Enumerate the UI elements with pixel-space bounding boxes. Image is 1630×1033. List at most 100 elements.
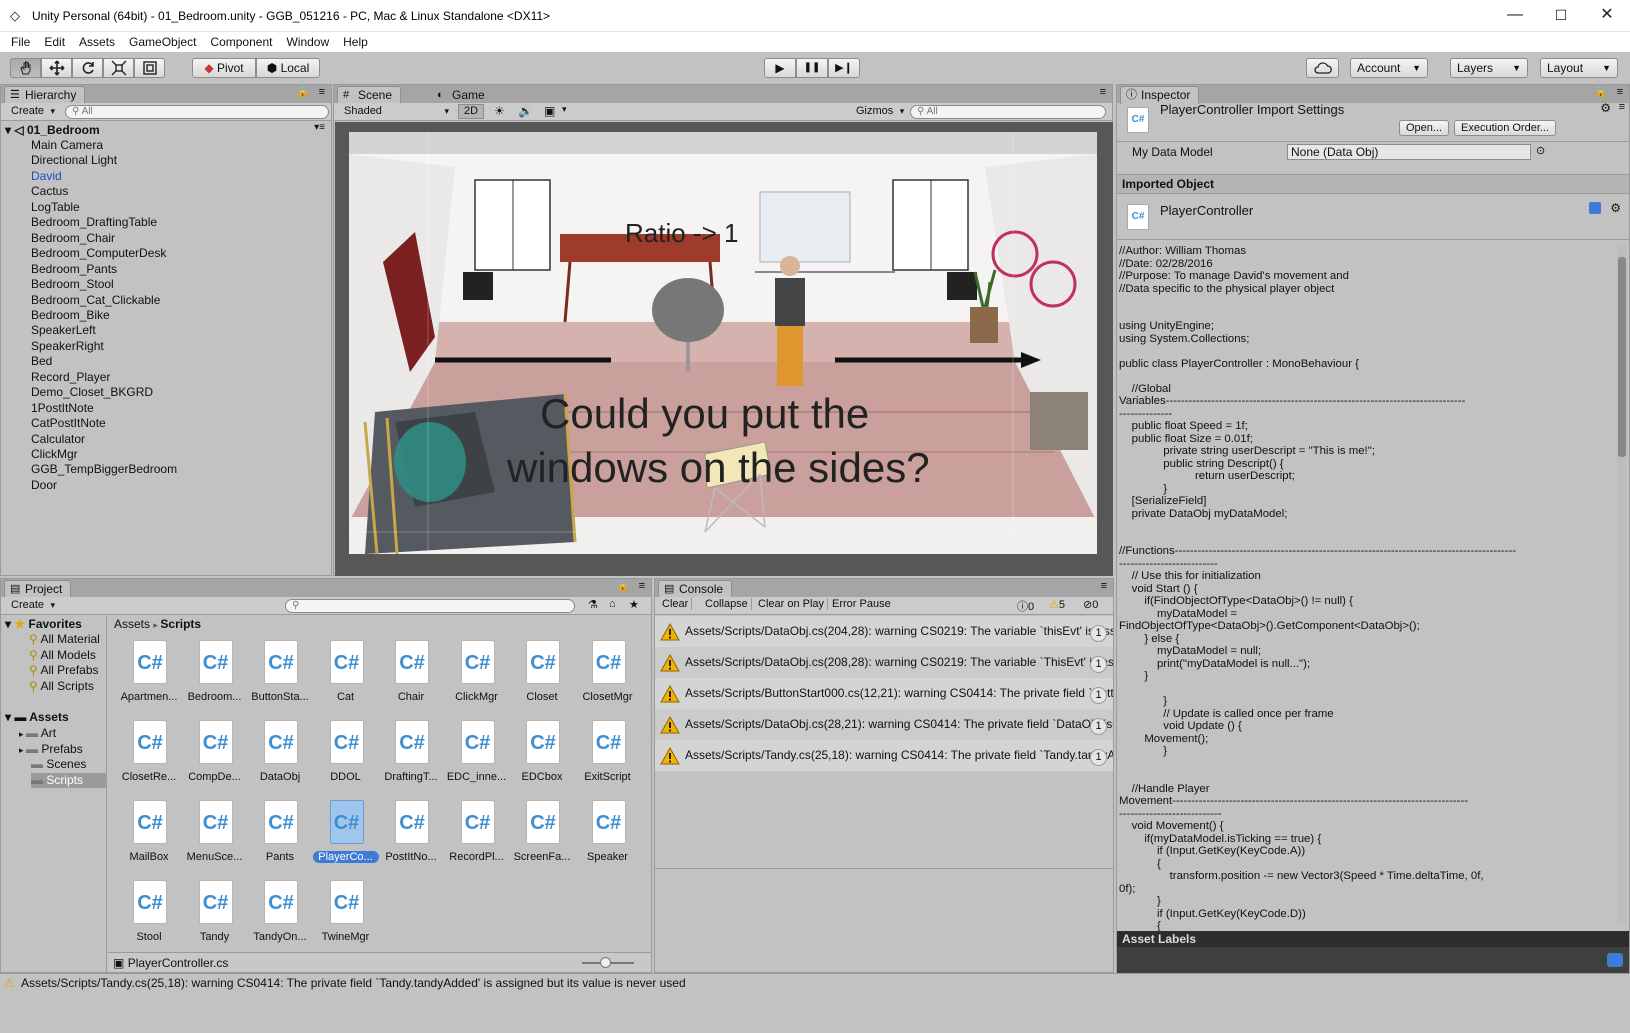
menu-edit[interactable]: Edit (37, 35, 72, 49)
rotate-tool-button[interactable] (72, 58, 103, 78)
account-dropdown[interactable]: Account ▼ (1350, 58, 1428, 78)
hierarchy-item[interactable]: GGB_TempBiggerBedroom (31, 461, 177, 477)
asset-file-tile[interactable]: C# PlayerCo... (312, 800, 379, 878)
asset-file-tile[interactable]: C# DataObj (247, 720, 313, 798)
asset-file-tile[interactable]: C# CompDe... (182, 720, 248, 798)
lock-icon[interactable]: 🔒 (1595, 87, 1607, 98)
component-menu-icon[interactable]: ≡ (1619, 101, 1625, 113)
asset-file-tile[interactable]: C# Bedroom... (182, 640, 248, 718)
warning-filter-toggle[interactable]: ⚠5 (1049, 598, 1065, 611)
lighting-toggle-icon[interactable]: ☀ (494, 104, 505, 118)
hierarchy-item[interactable]: Record_Player (31, 369, 110, 385)
scene-root-item[interactable]: ▾ ◁ 01_Bedroom (5, 122, 100, 138)
tab-game[interactable]: ◐ Game (431, 86, 494, 104)
hierarchy-item[interactable]: Main Camera (31, 137, 103, 153)
hierarchy-item[interactable]: Bedroom_DraftingTable (31, 214, 157, 230)
tab-console[interactable]: ▤ Console (658, 580, 733, 598)
hierarchy-item[interactable]: Cactus (31, 183, 68, 199)
asset-file-tile[interactable]: C# ExitScript (575, 720, 641, 798)
panel-menu-icon[interactable]: ≡ (319, 86, 325, 98)
console-log-row[interactable]: Assets/Scripts/ButtonStart000.cs(12,21):… (655, 678, 1113, 709)
chevron-down-icon[interactable]: ▾ (562, 104, 567, 115)
hierarchy-item[interactable]: Calculator (31, 431, 85, 447)
hierarchy-item[interactable]: Bedroom_ComputerDesk (31, 245, 166, 261)
hierarchy-item[interactable]: Demo_Closet_BKGRD (31, 384, 153, 400)
audio-toggle-icon[interactable]: 🔊 (518, 104, 533, 118)
object-picker-icon[interactable]: ⊙ (1536, 144, 1545, 157)
asset-file-tile[interactable]: C# ButtonSta... (247, 640, 313, 718)
scale-tool-button[interactable] (103, 58, 134, 78)
collapse-button[interactable]: Collapse (702, 598, 752, 610)
effects-toggle-icon[interactable]: ▣ (544, 104, 555, 118)
asset-file-tile[interactable]: C# RecordPl... (444, 800, 510, 878)
menu-help[interactable]: Help (336, 35, 375, 49)
cloud-button[interactable] (1306, 58, 1339, 78)
asset-file-tile[interactable]: C# Pants (247, 800, 313, 878)
pause-button[interactable]: ❚❚ (796, 58, 828, 78)
asset-folder-item[interactable]: ▸ ▬ Art (19, 726, 56, 741)
asset-folder-item[interactable]: ▬ Scenes (31, 757, 86, 772)
menu-gameobject[interactable]: GameObject (122, 35, 203, 49)
project-search-input[interactable]: ⚲ (285, 599, 575, 613)
info-filter-toggle[interactable]: ⓘ0 (1017, 598, 1034, 614)
asset-folder-item[interactable]: ▬ Scripts (31, 772, 107, 788)
open-button[interactable]: Open... (1399, 120, 1450, 136)
console-log-row[interactable]: Assets/Scripts/DataObj.cs(204,28): warni… (655, 616, 1113, 647)
asset-file-tile[interactable]: C# DDOL (313, 720, 379, 798)
layout-dropdown[interactable]: Layout ▼ (1540, 58, 1618, 78)
maximize-button[interactable]: ☐ (1538, 0, 1584, 32)
asset-file-tile[interactable]: C# MenuSce... (182, 800, 248, 878)
asset-file-tile[interactable]: C# Apartmen... (116, 640, 182, 718)
hierarchy-item[interactable]: SpeakerLeft (31, 322, 96, 338)
asset-file-tile[interactable]: C# ClosetRe... (116, 720, 182, 798)
menu-component[interactable]: Component (203, 35, 279, 49)
asset-file-tile[interactable]: C# MailBox (116, 800, 182, 878)
hierarchy-item[interactable]: Door (31, 477, 57, 493)
assets-node[interactable]: ▾ ▬ Assets (5, 710, 69, 725)
minimize-button[interactable]: — (1492, 0, 1538, 32)
hierarchy-item[interactable]: Bedroom_Cat_Clickable (31, 292, 160, 308)
rect-tool-button[interactable] (134, 58, 165, 78)
panel-menu-icon[interactable]: ≡ (1100, 86, 1106, 98)
hierarchy-item[interactable]: Bedroom_Pants (31, 261, 117, 277)
asset-file-tile[interactable]: C# EDCbox (509, 720, 575, 798)
favorite-star-icon[interactable]: ★ (629, 598, 639, 611)
menu-window[interactable]: Window (279, 35, 336, 49)
asset-file-tile[interactable]: C# Cat (313, 640, 379, 718)
project-create-dropdown[interactable]: Create (7, 598, 58, 613)
hierarchy-item[interactable]: Bedroom_Stool (31, 276, 114, 292)
console-log-row[interactable]: Assets/Scripts/DataObj.cs(28,21): warnin… (655, 709, 1113, 740)
gizmos-dropdown[interactable]: Gizmos (852, 104, 907, 119)
clear-button[interactable]: Clear (659, 598, 693, 610)
menu-file[interactable]: File (4, 35, 37, 49)
hierarchy-item[interactable]: CatPostItNote (31, 415, 106, 431)
play-button[interactable]: ▶ (764, 58, 796, 78)
lock-icon[interactable]: 🔒 (617, 581, 629, 592)
console-log-row[interactable]: Assets/Scripts/DataObj.cs(208,28): warni… (655, 647, 1113, 678)
scene-search-input[interactable]: ⚲ All (910, 105, 1106, 119)
close-button[interactable]: ✕ (1584, 0, 1630, 32)
asset-file-tile[interactable]: C# PostItNo... (378, 800, 444, 878)
console-log-row[interactable]: Assets/Scripts/Tandy.cs(25,18): warning … (655, 740, 1113, 771)
asset-file-tile[interactable]: C# Closet (509, 640, 575, 718)
menu-assets[interactable]: Assets (72, 35, 122, 49)
hierarchy-search-input[interactable]: ⚲ All (65, 105, 329, 119)
move-tool-button[interactable] (41, 58, 72, 78)
hand-tool-button[interactable] (10, 58, 41, 78)
pivot-toggle[interactable]: ◆ Pivot (192, 58, 256, 78)
clear-on-play-button[interactable]: Clear on Play (755, 598, 829, 610)
my-data-model-field[interactable]: None (Data Obj) (1287, 144, 1531, 160)
asset-file-tile[interactable]: C# TandyOn... (247, 880, 313, 958)
step-button[interactable]: ▶❙ (828, 58, 860, 78)
hierarchy-item[interactable]: Bedroom_Bike (31, 307, 110, 323)
help-book-icon[interactable] (1589, 202, 1601, 214)
favorite-item[interactable]: ⚲ All Prefabs (29, 663, 99, 678)
breadcrumb-root[interactable]: Assets (114, 617, 150, 631)
hierarchy-item[interactable]: Bedroom_Chair (31, 230, 115, 246)
gear-icon[interactable]: ⚙ (1610, 201, 1621, 215)
hierarchy-create-dropdown[interactable]: Create (7, 104, 58, 119)
asset-file-tile[interactable]: C# Stool (116, 880, 182, 958)
asset-file-tile[interactable]: C# ClosetMgr (575, 640, 641, 718)
scene-menu-icon[interactable]: ▾≡ (314, 122, 325, 133)
breadcrumb-leaf[interactable]: Scripts (160, 617, 201, 631)
